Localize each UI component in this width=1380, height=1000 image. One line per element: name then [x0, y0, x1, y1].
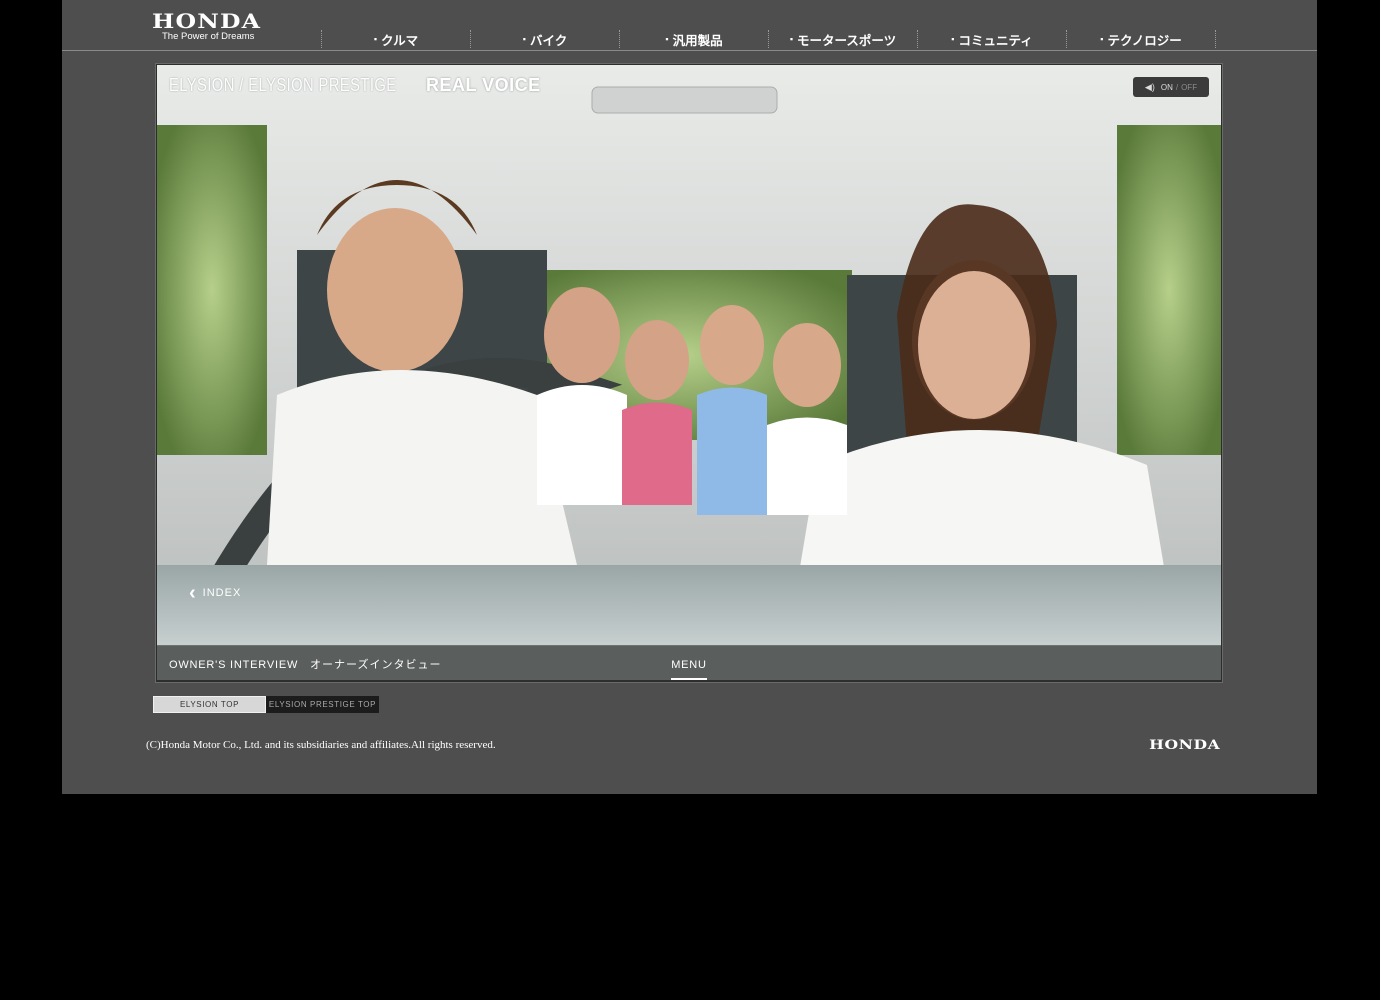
nav-item-power-products[interactable]: ▪ 汎用製品 — [619, 30, 768, 48]
tab-elysion-top[interactable]: ELYSION TOP — [153, 696, 266, 713]
sound-off-label[interactable]: OFF — [1181, 83, 1197, 92]
sound-toggle[interactable]: ◀) ON / OFF — [1133, 77, 1209, 97]
bullet-icon: ▪ — [951, 34, 955, 44]
sound-on-label[interactable]: ON — [1161, 83, 1173, 92]
sound-separator: / — [1175, 82, 1179, 92]
menu-bar: OWNER'S INTERVIEW オーナーズインタビュー MENU — [157, 645, 1221, 681]
bullet-icon: ▪ — [522, 34, 526, 44]
honda-logo[interactable]: HONDA The Power of Dreams — [152, 11, 282, 42]
hero-title: ELYSION / ELYSION PRESTIGE REAL VOICE — [169, 75, 541, 96]
nav-item-label: クルマ — [381, 33, 419, 48]
interview-jp: オーナーズインタビュー — [310, 659, 442, 671]
nav-item-label: 汎用製品 — [672, 33, 723, 48]
speaker-icon: ◀) — [1144, 81, 1155, 92]
footer-honda-logo[interactable]: HONDA — [1149, 738, 1220, 753]
hero-title-realvoice: REAL VOICE — [425, 75, 541, 95]
global-nav: ▪ クルマ ▪ バイク ▪ 汎用製品 ▪ モータースポーツ ▪ コミュニティ ▪ テクノロジ… — [321, 30, 1217, 48]
logo-wordmark: HONDA — [152, 9, 262, 33]
owners-interview-label: OWNER'S INTERVIEW オーナーズインタビュー — [169, 656, 441, 672]
nav-item-label: コミュニティ — [958, 33, 1033, 48]
index-link[interactable]: ‹ INDEX — [189, 581, 242, 604]
page-container: HONDA The Power of Dreams ▪ クルマ ▪ バイク ▪ 汎用製… — [62, 0, 1317, 794]
nav-divider — [1215, 30, 1217, 48]
menu-label: MENU — [671, 659, 707, 671]
nav-item-label: モータースポーツ — [797, 33, 897, 48]
tab-elysion-prestige-top[interactable]: ELYSION PRESTIGE TOP — [266, 696, 379, 713]
family-in-car-photo — [157, 65, 1221, 645]
menu-bottom-border — [157, 680, 1221, 681]
nav-item-bikes[interactable]: ▪ バイク — [470, 30, 619, 48]
hero-title-models: ELYSION / ELYSION PRESTIGE — [169, 75, 397, 95]
bullet-icon: ▪ — [373, 34, 378, 44]
nav-item-label: バイク — [529, 33, 568, 48]
nav-item-label: テクノロジー — [1107, 33, 1182, 48]
bullet-icon: ▪ — [789, 34, 794, 44]
nav-item-community[interactable]: ▪ コミュニティ — [917, 30, 1066, 48]
bullet-icon: ▪ — [665, 34, 669, 44]
site-header: HONDA The Power of Dreams ▪ クルマ ▪ バイク ▪ 汎用製… — [62, 0, 1317, 51]
nav-item-cars[interactable]: ▪ クルマ — [321, 30, 470, 48]
copyright-text: (C)Honda Motor Co., Ltd. and its subsidi… — [146, 739, 496, 751]
interview-en: OWNER'S INTERVIEW — [169, 659, 299, 671]
hero-panel: ELYSION / ELYSION PRESTIGE REAL VOICE ◀)… — [156, 64, 1222, 682]
nav-item-motorsports[interactable]: ▪ モータースポーツ — [768, 30, 917, 48]
chevron-left-icon: ‹ — [189, 581, 197, 604]
nav-item-technology[interactable]: ▪ テクノロジー — [1066, 30, 1215, 48]
index-label: INDEX — [202, 587, 242, 599]
menu-button[interactable]: MENU — [671, 646, 707, 681]
model-tabs: ELYSION TOP ELYSION PRESTIGE TOP — [153, 696, 379, 713]
bullet-icon: ▪ — [1100, 34, 1104, 44]
